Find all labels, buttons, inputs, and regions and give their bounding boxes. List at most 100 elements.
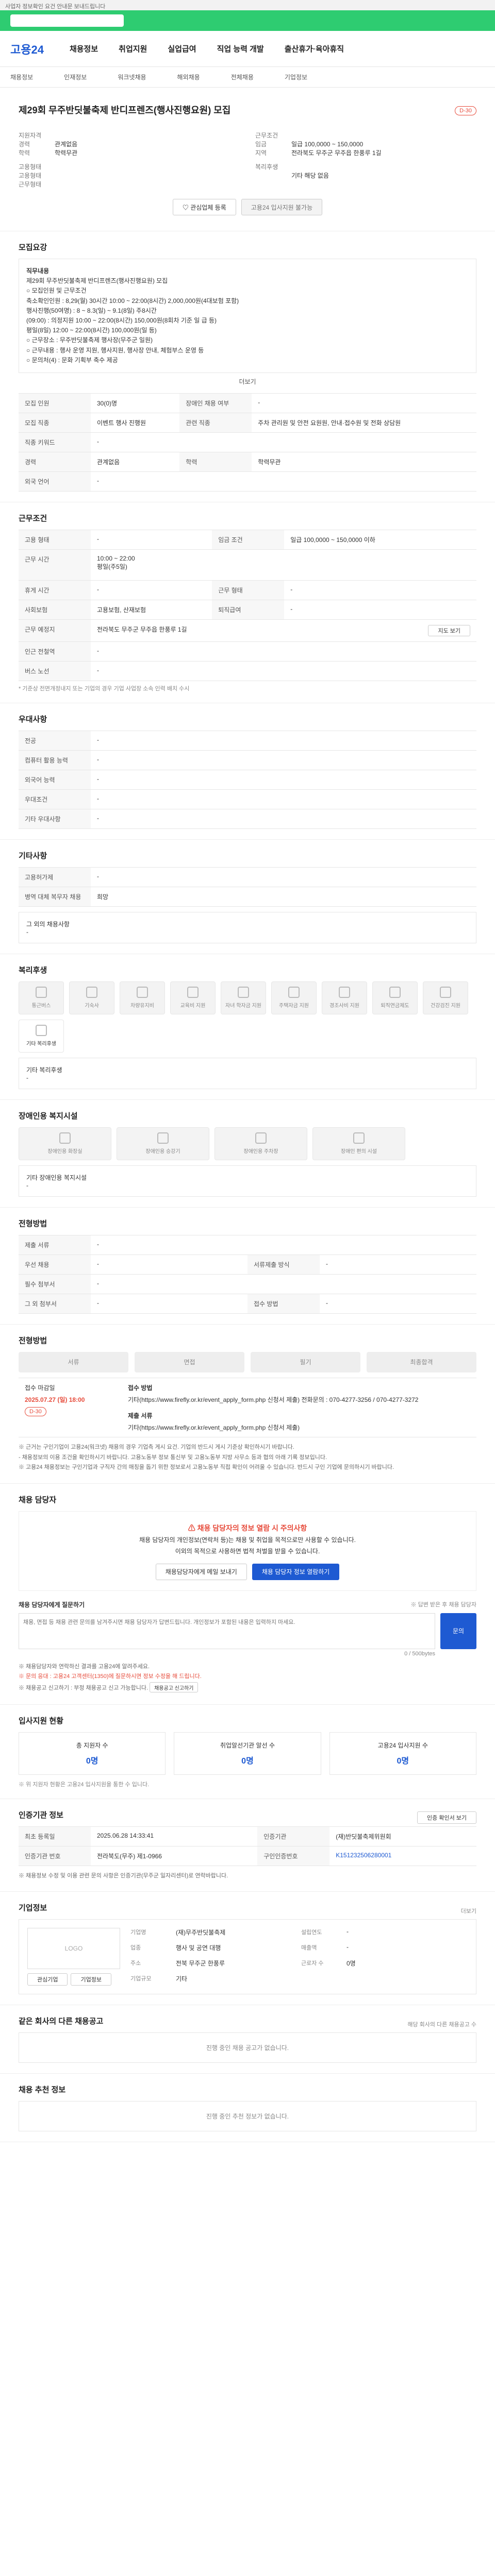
summary-key: 고용형태 <box>19 172 42 179</box>
welfare-label: 교육비 지원 <box>180 1003 206 1009</box>
similar-section: 같은 회사의 다른 채용공고 해당 회사의 다른 채용공고 수 진행 중인 채용… <box>0 2005 495 2074</box>
nav-item-leave[interactable]: 출산휴가·육아휴직 <box>285 43 344 54</box>
parking-icon <box>255 1132 267 1144</box>
toilet-icon <box>59 1132 71 1144</box>
subnav-item[interactable]: 채용정보 <box>10 73 33 81</box>
note-item: ※ 채용담당자와 연락하신 결과를 고용24에 알려주세요. <box>19 1663 150 1670</box>
table-row: 그 외 첨부서 - 접수 방법 - <box>19 1293 476 1314</box>
welfare-icons: 통근버스 기숙사 차량유지비 교육비 지원 자녀 학자금 지원 주택자금 지원 … <box>19 981 476 1053</box>
table-key: 인증기관 번호 <box>19 1845 91 1866</box>
subnav-item[interactable]: 인재정보 <box>64 73 87 81</box>
table-value: - <box>91 1293 248 1314</box>
table-value: - <box>91 580 212 600</box>
print-cert-button[interactable]: 인증 확인서 보기 <box>417 1811 476 1824</box>
table-key: 최초 등록일 <box>19 1826 91 1846</box>
table-key: 인근 전철역 <box>19 641 91 662</box>
table-value[interactable]: K151232506280001 <box>329 1845 476 1866</box>
disability-item: 장애인용 주차장 <box>214 1127 307 1160</box>
summary-key: 고용형태 <box>19 163 42 171</box>
table-value: - <box>284 599 476 620</box>
method-value: 기타(https://www.firefly.or.kr/event_apply… <box>128 1396 419 1403</box>
report-button[interactable]: 채용공고 신고하기 <box>150 1682 199 1693</box>
favorite-company-button[interactable]: 관심기업 <box>27 1973 68 1986</box>
email-button[interactable]: 채용담당자에게 메일 보내기 <box>155 1563 247 1580</box>
welfare-label: 주택자금 지원 <box>279 1003 309 1009</box>
subnav-item[interactable]: 기업정보 <box>285 73 307 81</box>
nav-item-unemployment[interactable]: 실업급여 <box>168 43 196 54</box>
job-content-box: 직무내용 제29회 무주반딧불축제 반디프렌즈(행사진행요원) 모집 ○ 모집인… <box>19 259 476 373</box>
other-value: - <box>26 928 28 936</box>
table-value: 희망 <box>91 886 476 907</box>
table-value: 전라북도(무주) 제1-0966 <box>91 1845 258 1866</box>
sub-nav: 채용정보 인재정보 워크넷채용 해외채용 전체채용 기업정보 <box>0 67 495 88</box>
deadline-value: 2025.07.27 (일) 18:00 <box>25 1396 85 1403</box>
process-table: 접수 마감일 2025.07.27 (일) 18:00 D-30 접수 방법 기… <box>19 1377 476 1437</box>
inquiry-input[interactable] <box>19 1613 435 1649</box>
note-item: - 채용정보의 이용 조건을 확인하시기 바랍니다. 고용노동부 정보 통신부 … <box>19 1454 327 1461</box>
condition-value: 일급 100,0000 ~ 150,0000 <box>291 141 364 148</box>
section-title: 전형방법 <box>19 1219 47 1228</box>
table-value: - <box>91 660 476 681</box>
apply-button[interactable]: 고용24 입사지원 불가능 <box>241 199 323 215</box>
welfare-label: 기타 복리후생 <box>26 1041 56 1047</box>
top-notice: 사업자 정보확인 요건 안내문 보내드립니다 <box>5 4 106 10</box>
map-button[interactable]: 지도 보기 <box>428 624 470 636</box>
table-row: 인근 전철역 - <box>19 641 476 662</box>
scrap-label: 관심업체 등록 <box>190 204 226 211</box>
banner-search[interactable] <box>10 14 124 27</box>
stat-value: 0명 <box>397 1756 409 1766</box>
table-key: 근무 시간 <box>19 549 91 581</box>
subnav-item[interactable]: 해외채용 <box>177 73 200 81</box>
more-button[interactable]: 더보기 <box>19 377 476 386</box>
table-value: 30(0)명 <box>91 393 180 413</box>
section-title: 복리후생 <box>19 965 47 975</box>
table-value: - <box>91 1274 476 1294</box>
step-interview: 면접 <box>135 1351 244 1372</box>
company-value: (재)무주반딧불축제 <box>176 1929 226 1937</box>
promo-banner <box>0 10 495 31</box>
table-key: 고용 형태 <box>19 529 91 550</box>
subnav-item[interactable]: 워크넷채용 <box>118 73 146 81</box>
welfare-label: 경조사비 지원 <box>329 1003 359 1009</box>
heart-icon: ♡ <box>182 204 191 211</box>
table-value: 주차 관리원 및 안전 요원원, 안내·접수원 및 전화 상담원 <box>252 412 476 433</box>
selection-section: 전형방법 제출 서류 - 우선 채용 - 서류제출 방식 - 필수 첨부서 - 그 외 첨… <box>0 1208 495 1325</box>
etc-icon <box>36 1025 47 1037</box>
table-value: 일급 100,0000 ~ 150,0000 이하 <box>284 529 476 550</box>
table-key: 모집 직종 <box>19 412 91 433</box>
section-title: 채용 추천 정보 <box>19 2086 66 2095</box>
site-logo[interactable]: 고용24 <box>10 41 44 57</box>
nav-item-jobs[interactable]: 채용정보 <box>70 43 98 54</box>
company-info-button[interactable]: 기업정보 <box>71 1973 111 1986</box>
work-section: 근무조건 고용 형태 - 임금 조건 일급 100,0000 ~ 150,0000 이… <box>0 502 495 703</box>
disability-label: 장애인용 화장실 <box>47 1149 82 1155</box>
table-key: 제출 서류 <box>19 1234 91 1255</box>
method-cell: 접수 방법 기타(https://www.firefly.or.kr/event… <box>122 1377 476 1437</box>
section-title: 우대사항 <box>19 715 47 724</box>
table-key: 그 외 첨부서 <box>19 1293 91 1314</box>
table-key: 퇴직급여 <box>212 599 285 620</box>
selection-table: 제출 서류 - 우선 채용 - 서류제출 방식 - 필수 첨부서 - 그 외 첨부서 - 접수… <box>19 1234 476 1314</box>
wheelchair-icon <box>353 1132 365 1144</box>
scrap-button[interactable]: ♡ 관심업체 등록 <box>172 199 236 215</box>
nav-item-training[interactable]: 직업 능력 개발 <box>217 43 264 54</box>
company-key: 기업명 <box>130 1929 146 1936</box>
other-label: 그 외의 채용사항 <box>26 920 70 928</box>
inquiry-submit-button[interactable]: 문의 <box>440 1613 476 1649</box>
table-row: 외국 언어 - <box>19 471 476 492</box>
other-value: - <box>26 1181 28 1189</box>
company-key: 매출액 <box>301 1945 317 1952</box>
applicants-note: ※ 위 지원자 현황은 고용24 입사지원을 통한 수 입니다. <box>19 1781 150 1788</box>
note-item: ※ 문의 응대 : 고용24 고객센터(1350)에 질문하시면 정보 수정을 … <box>19 1673 202 1680</box>
job-header: 제29회 무주반딧불축제 반디프렌즈(행사진행요원) 모집 D-30 지원자격 … <box>0 88 495 231</box>
company-more[interactable]: 더보기 <box>461 1907 476 1915</box>
table-key: 관련 직종 <box>179 412 252 433</box>
nav-item-employment-support[interactable]: 취업지원 <box>119 43 147 54</box>
table-row: 인증기관 번호 전라북도(무주) 제1-0966 구인인증번호 K1512325062… <box>19 1845 476 1866</box>
table-value: - <box>91 808 476 829</box>
company-key: 근로자 수 <box>301 1960 324 1967</box>
subnav-item[interactable]: 전체채용 <box>231 73 254 81</box>
recruit-section: 모집요강 직무내용 제29회 무주반딧불축제 반디프렌즈(행사진행요원) 모집 … <box>0 231 495 502</box>
view-contact-button[interactable]: 채용 담당자 정보 열람하기 <box>252 1563 340 1580</box>
welfare-item: 퇴직연금제도 <box>372 981 418 1014</box>
